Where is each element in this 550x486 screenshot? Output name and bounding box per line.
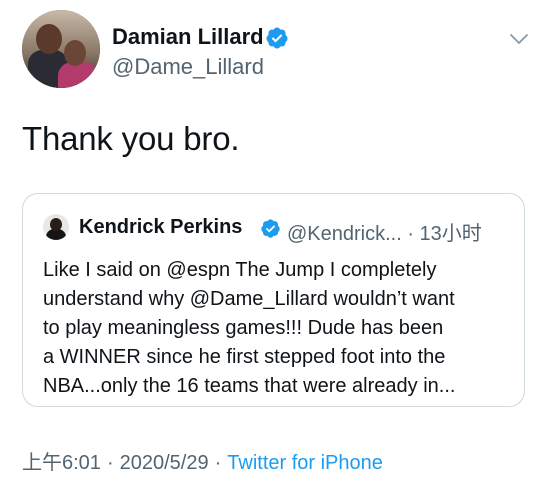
author-handle[interactable]: @Dame_Lillard bbox=[112, 54, 264, 80]
quoted-tweet[interactable]: Kendrick Perkins @Kendrick... · 13小时 Lik… bbox=[22, 193, 525, 407]
quoted-text-line: Like I said on @espn The Jump I complete… bbox=[43, 259, 437, 281]
footer-separator: · bbox=[214, 452, 222, 474]
quoted-text-line: a WINNER since he first stepped foot int… bbox=[43, 346, 446, 368]
chevron-down-icon[interactable] bbox=[508, 28, 530, 50]
quoted-text-line: understand why @Dame_Lillard wouldn’t wa… bbox=[43, 288, 455, 310]
quoted-tweet-text: Like I said on @espn The Jump I complete… bbox=[43, 256, 513, 401]
quoted-handle-time: @Kendrick... · 13小时 bbox=[287, 223, 482, 245]
tweet-footer: 上午6:01 · 2020/5/29 · Twitter for iPhone bbox=[22, 446, 383, 475]
quoted-author-name: Kendrick Perkins bbox=[79, 216, 243, 238]
tweet-card: Damian Lillard @Dame_Lillard Thank you b… bbox=[0, 0, 550, 486]
verified-badge-icon bbox=[266, 27, 288, 49]
author-avatar[interactable] bbox=[22, 10, 100, 88]
tweet-time[interactable]: 上午6:01 bbox=[22, 452, 101, 474]
quoted-text-line: NBA...only the 16 teams that were alread… bbox=[43, 375, 456, 397]
quoted-text-line: to play meaningless games!!! Dude has be… bbox=[43, 317, 444, 339]
footer-separator: · bbox=[106, 452, 114, 474]
tweet-date[interactable]: 2020/5/29 bbox=[120, 452, 209, 474]
quoted-verified-badge-icon bbox=[261, 219, 280, 238]
author-name[interactable]: Damian Lillard bbox=[112, 24, 264, 50]
tweet-source-link[interactable]: Twitter for iPhone bbox=[227, 452, 383, 474]
tweet-text: Thank you bro. bbox=[22, 120, 240, 157]
quoted-author-avatar[interactable] bbox=[43, 214, 69, 240]
